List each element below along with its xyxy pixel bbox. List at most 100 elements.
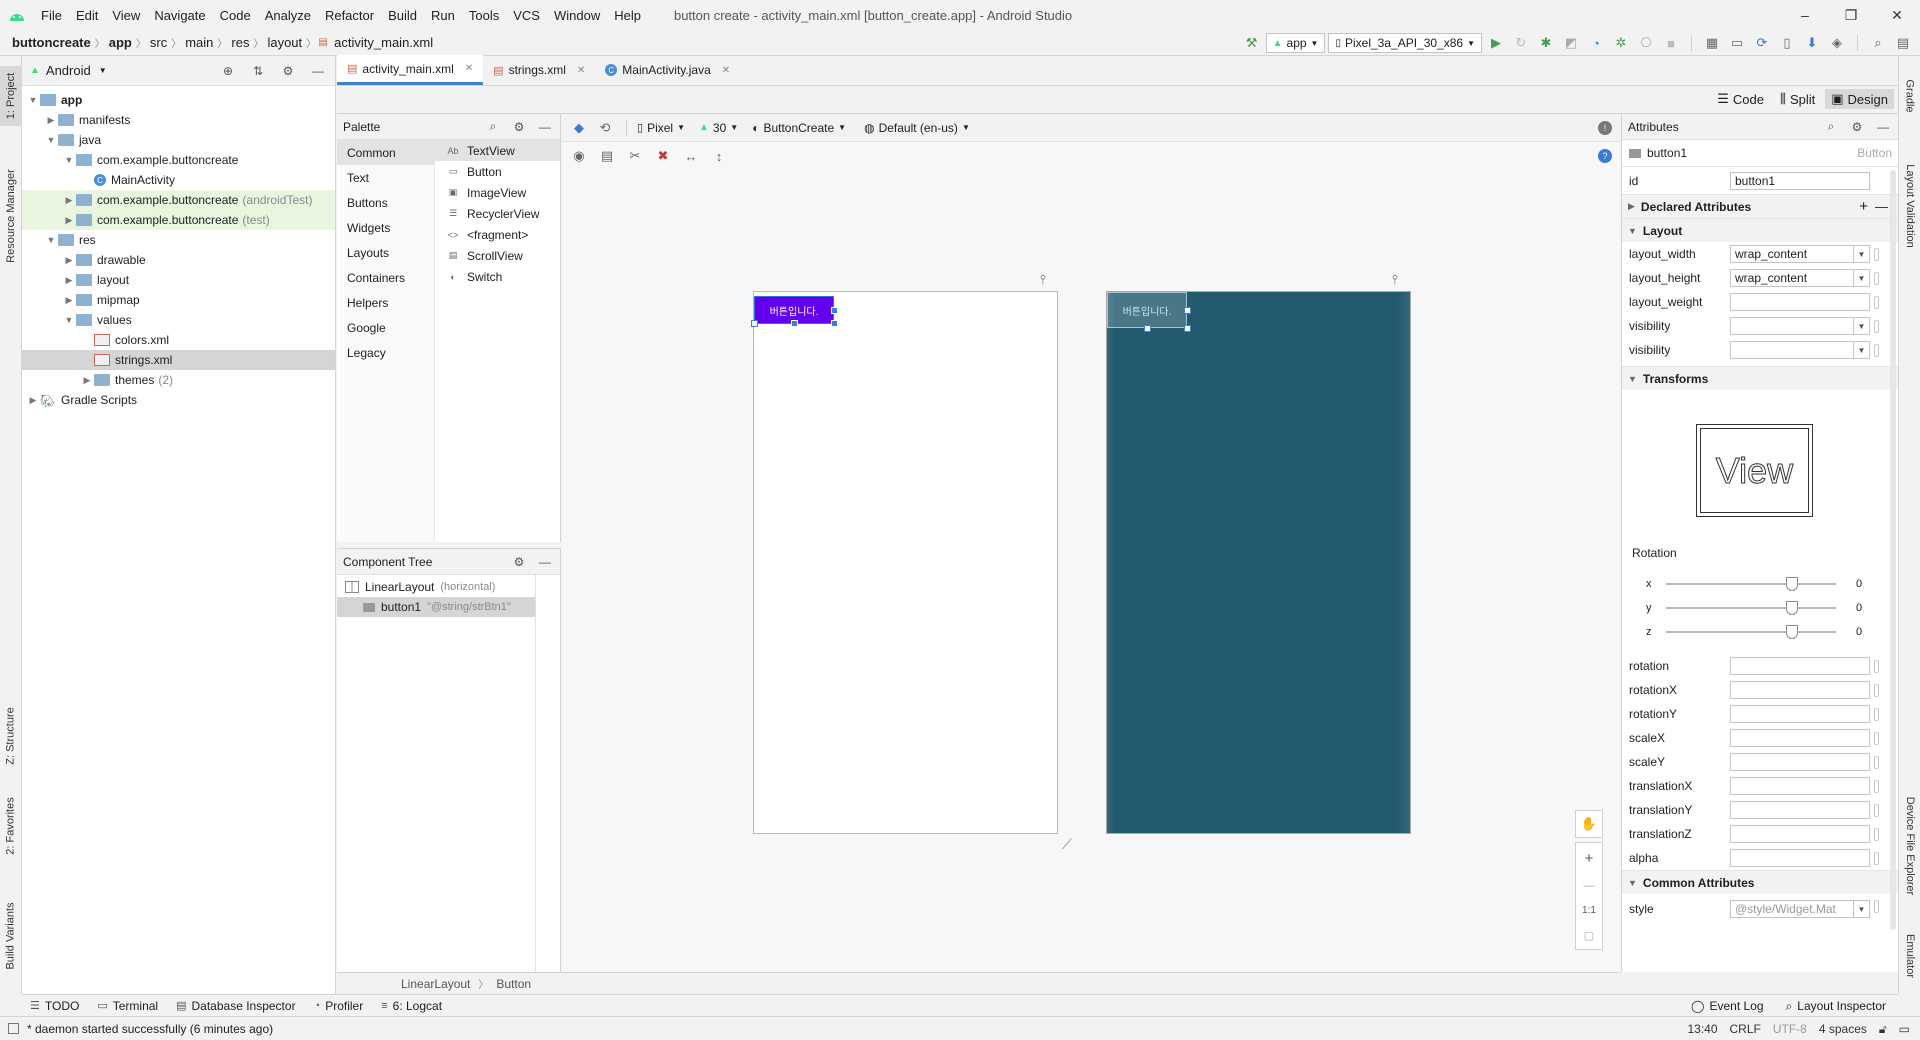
breadcrumb-item[interactable]: layout [263,35,306,50]
stop-icon[interactable]: ■ [1660,32,1682,54]
attribute-field[interactable]: ▼ [1730,317,1870,335]
tree-item[interactable]: strings.xml [22,350,335,370]
palette-category[interactable]: Legacy [337,340,434,365]
autoconnect-icon[interactable]: ✂ [624,145,646,167]
chevron-right-icon[interactable]: ▶ [62,295,76,306]
breadcrumb-item[interactable]: buttoncreate [8,35,95,50]
attributes-scrollbar[interactable] [1890,170,1896,930]
hide-icon[interactable]: — [536,553,554,571]
blueprint-button[interactable]: 버튼입니다. [1107,292,1187,328]
palette-item[interactable]: ▣ ImageView [435,182,560,203]
locale-dropdown[interactable]: ◍ Default (en-us) ▼ [864,121,970,135]
attribute-pin[interactable] [1874,660,1879,673]
common-attributes-section[interactable]: ▼ Common Attributes [1622,870,1898,894]
attribute-field[interactable] [1730,293,1870,311]
attribute-pin[interactable] [1874,296,1879,309]
tree-item[interactable]: ▼ res [22,230,335,250]
attribute-field[interactable] [1730,681,1870,699]
lock-icon[interactable]: 🔓︎ [1879,1022,1887,1037]
declared-attributes-section[interactable]: ▶ Declared Attributes + — [1622,194,1898,218]
attribute-field[interactable]: ▼ [1730,341,1870,359]
gear-icon[interactable]: ⚙ [510,118,528,136]
hide-icon[interactable]: — [1874,118,1892,136]
layers-icon[interactable]: ◆ [568,117,590,139]
chevron-right-icon[interactable]: ▶ [80,375,94,386]
gear-icon[interactable]: ⚙ [510,553,528,571]
layout-editor-icon[interactable]: ▭ [1726,32,1748,54]
zoom-out-button[interactable]: — [1584,880,1595,892]
tree-item[interactable]: ▶ com.example.buttoncreate (androidTest) [22,190,335,210]
expand-vertical-icon[interactable]: ↕ [708,145,730,167]
attribute-field[interactable] [1730,777,1870,795]
tab-project[interactable]: 1: Project [0,66,22,126]
search-icon[interactable]: ⌕ [484,118,502,136]
project-structure-icon[interactable]: ▦ [1701,32,1723,54]
search-icon[interactable]: ⌕ [1867,32,1889,54]
pin-icon[interactable]: ⫯ [1392,272,1398,288]
tree-item[interactable]: C MainActivity [22,170,335,190]
status-message[interactable]: * daemon started successfully (6 minutes… [27,1022,273,1036]
minimize-button[interactable]: – [1782,0,1828,30]
chevron-down-icon[interactable]: ▼ [1853,342,1869,358]
chevron-down-icon[interactable]: ▼ [1853,270,1869,286]
palette-item[interactable]: ▤ ScrollView [435,245,560,266]
chevron-down-icon[interactable]: ▼ [44,235,58,245]
design-canvas[interactable] [562,170,1620,972]
gear-icon[interactable]: ⚙ [279,62,297,80]
bottom-tool-button[interactable]: ▭ Terminal [97,999,158,1013]
avd-manager-icon[interactable]: ▯ [1776,32,1798,54]
attribute-pin[interactable] [1874,852,1879,865]
ide-update-icon[interactable]: ▤ [1892,32,1914,54]
attribute-pin[interactable] [1874,272,1879,285]
menu-code[interactable]: Code [213,8,258,23]
palette-category[interactable]: Google [337,315,434,340]
editor-tab[interactable]: C MainActivity.java ✕ [595,55,740,85]
tree-item[interactable]: ▶ drawable [22,250,335,270]
attribute-field[interactable]: wrap_content ▼ [1730,269,1870,287]
editor-tab[interactable]: ▤ activity_main.xml ✕ [337,55,484,85]
tree-item[interactable]: ▶ manifests [22,110,335,130]
chevron-down-icon[interactable]: ▼ [44,135,58,145]
palette-item[interactable]: ▭ Button [435,161,560,182]
tree-item[interactable]: ▶ themes (2) [22,370,335,390]
palette-category[interactable]: Buttons [337,190,434,215]
tab-favorites[interactable]: 2: Favorites [0,786,22,866]
menu-view[interactable]: View [105,8,147,23]
menu-help[interactable]: Help [607,8,648,23]
device-select[interactable]: ▯ Pixel_3a_API_30_x86 ▼ [1328,33,1482,53]
orientation-icon[interactable]: ⟲ [594,117,616,139]
attribute-pin[interactable] [1874,708,1879,721]
profile-icon[interactable]: ◔ [1585,32,1607,54]
status-toggle-icon[interactable] [8,1023,19,1034]
search-icon[interactable]: ⌕ [1822,118,1840,136]
chevron-right-icon[interactable]: ▶ [62,215,76,226]
sdk-manager-icon[interactable]: ⬇ [1801,32,1823,54]
attribute-field[interactable]: wrap_content ▼ [1730,245,1870,263]
tab-emulator[interactable]: Emulator [1899,926,1920,986]
breadcrumb-item[interactable]: app [105,35,136,50]
tab-build-variants[interactable]: Build Variants [0,886,22,986]
api-dropdown[interactable]: ▲ 30 ▼ [699,121,738,135]
tab-device-file-explorer[interactable]: Device File Explorer [1899,776,1920,916]
design-preview[interactable]: 버튼입니다. [751,291,1058,834]
palette-category[interactable]: Containers [337,265,434,290]
rerun-icon[interactable]: ↻ [1510,32,1532,54]
menu-tools[interactable]: Tools [462,8,506,23]
tree-item[interactable]: ▼ values [22,310,335,330]
chevron-down-icon[interactable]: ▼ [62,155,76,165]
chevron-down-icon[interactable]: ▼ [62,315,76,325]
palette-item[interactable]: Ab TextView [435,140,560,161]
memory-indicator-icon[interactable]: ▭ [1899,1022,1910,1036]
tree-node-button1[interactable]: button1 "@string/strBtn1" [337,597,536,617]
device-dropdown[interactable]: ▯ Pixel ▼ [637,121,685,135]
attribute-pin[interactable] [1874,732,1879,745]
attribute-field[interactable] [1730,849,1870,867]
chevron-down-icon[interactable]: ▼ [1853,318,1869,334]
zoom-fit-icon[interactable]: ▢ [1584,929,1594,942]
chevron-down-icon[interactable]: ▼ [99,66,107,75]
zoom-actual-button[interactable]: 1:1 [1582,905,1596,916]
menu-file[interactable]: File [34,8,69,23]
margins-icon[interactable]: ▤ [596,145,618,167]
caret-position[interactable]: 13:40 [1687,1022,1717,1036]
id-field[interactable]: button1 [1730,171,1870,190]
